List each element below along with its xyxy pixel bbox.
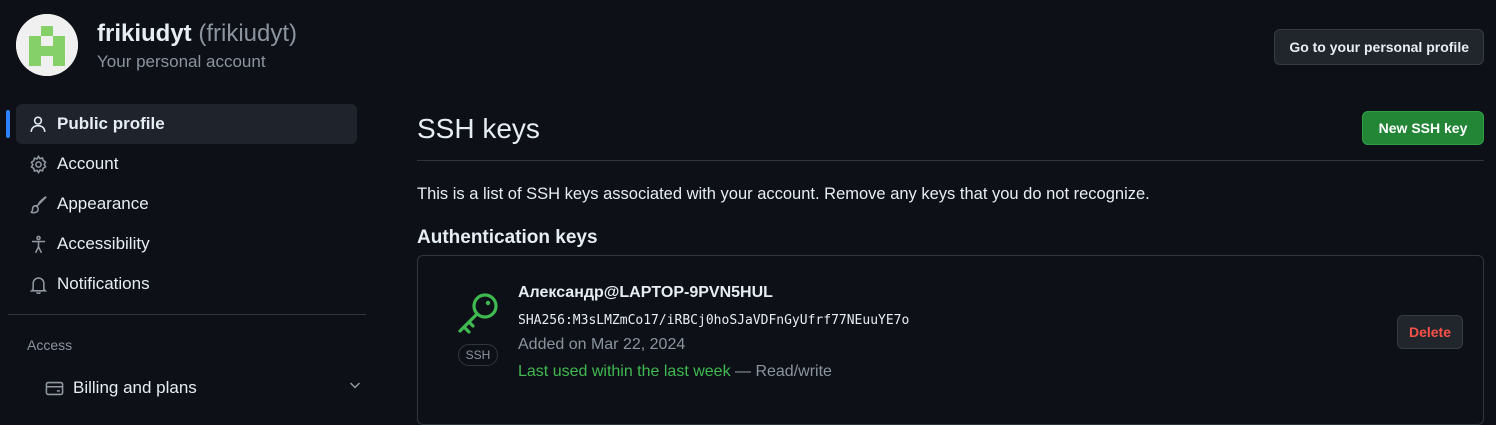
key-icon (454, 289, 502, 337)
sidebar-section-access: Access (27, 337, 73, 353)
account-username[interactable]: frikiudyt (frikiudyt) (97, 20, 297, 48)
sidebar-item-label: Appearance (57, 194, 149, 213)
settings-sidebar: Public profile Account Appearance Access… (0, 104, 370, 397)
account-subtitle: Your personal account (97, 52, 266, 71)
paintbrush-icon (27, 193, 49, 215)
page-description: This is a list of SSH keys associated wi… (417, 185, 1150, 203)
sidebar-item-label: Account (57, 154, 119, 173)
person-icon (27, 113, 49, 135)
bell-icon (27, 273, 49, 295)
ssh-key-usage: Last used within the last week — Read/wr… (518, 363, 832, 381)
title-divider (417, 160, 1484, 161)
accessibility-icon (27, 233, 49, 255)
sidebar-item-label: Notifications (57, 274, 150, 293)
sidebar-divider (8, 314, 366, 315)
sidebar-item-label: Public profile (57, 114, 165, 133)
sidebar-item-account[interactable]: Account (16, 144, 357, 184)
avatar[interactable] (16, 14, 78, 76)
ssh-key-last-used: Last used within the last week (518, 363, 731, 380)
sidebar-item-accessibility[interactable]: Accessibility (16, 224, 357, 264)
go-to-profile-button[interactable]: Go to your personal profile (1274, 29, 1484, 65)
credit-card-icon (43, 377, 65, 399)
identicon-icon (16, 14, 78, 76)
sidebar-item-public-profile[interactable]: Public profile (6, 104, 357, 144)
ssh-key-added-date: Added on Mar 22, 2024 (518, 336, 686, 353)
authentication-keys-heading: Authentication keys (417, 227, 598, 248)
sidebar-item-appearance[interactable]: Appearance (16, 184, 357, 224)
ssh-key-access: — Read/write (730, 363, 832, 380)
username-handle: (frikiudyt) (198, 20, 298, 47)
username-text: frikiudyt (97, 20, 192, 47)
chevron-down-icon[interactable] (347, 377, 363, 398)
ssh-key-title: Александр@LAPTOP-9PVN5HUL (518, 284, 773, 301)
ssh-key-fingerprint: SHA256:M3sLMZmCo17/iRBCj0hoSJaVDFnGyUfrf… (518, 313, 910, 328)
gear-icon (27, 153, 49, 175)
sidebar-item-billing[interactable]: Billing and plans (32, 368, 373, 408)
sidebar-item-label: Billing and plans (73, 378, 197, 397)
page-title: SSH keys (417, 113, 540, 144)
new-ssh-key-button[interactable]: New SSH key (1362, 111, 1484, 145)
sidebar-item-label: Accessibility (57, 234, 150, 253)
ssh-type-badge: SSH (458, 344, 498, 366)
sidebar-item-notifications[interactable]: Notifications (16, 264, 357, 304)
delete-key-button[interactable]: Delete (1397, 315, 1463, 349)
